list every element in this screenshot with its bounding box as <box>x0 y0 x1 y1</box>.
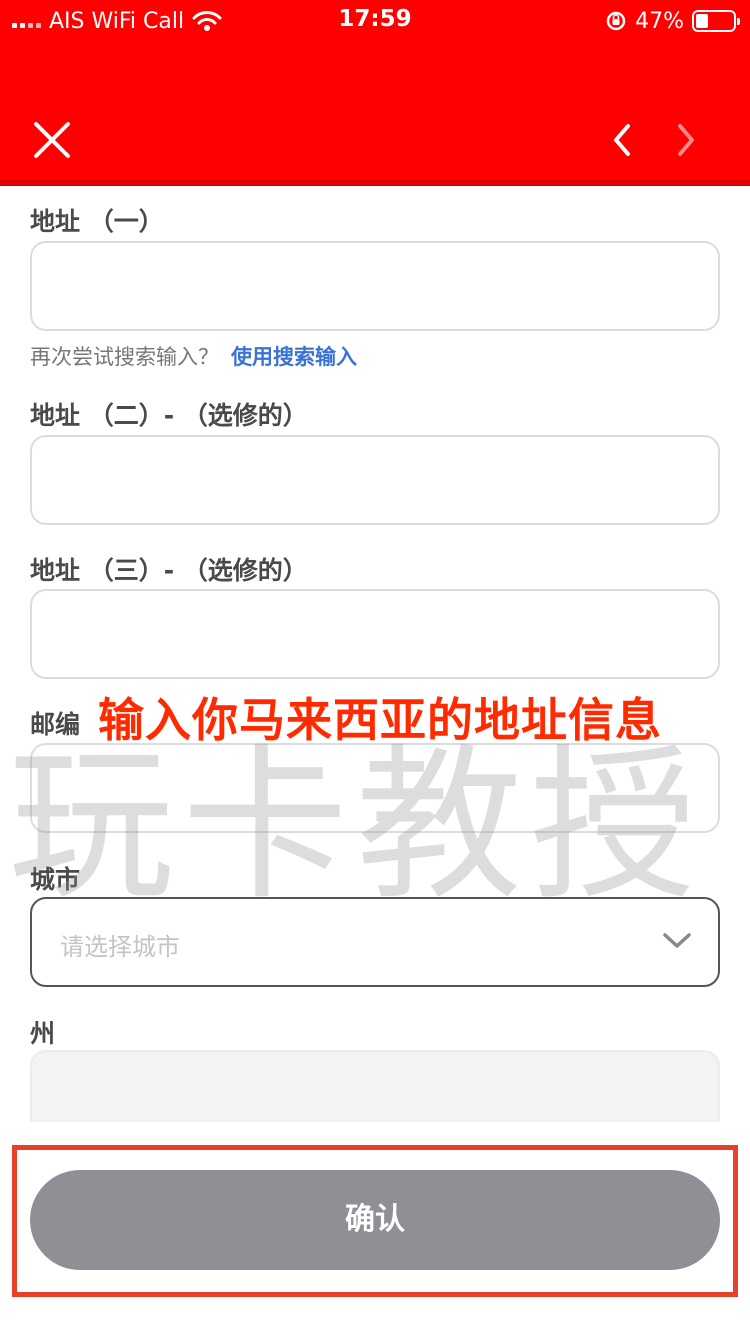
address2-field[interactable] <box>30 435 720 525</box>
address1-label: 地址 （一） <box>30 207 164 236</box>
postcode-field[interactable] <box>30 743 720 833</box>
state-label: 州 <box>30 1019 56 1048</box>
address1-field[interactable] <box>30 241 720 331</box>
close-icon[interactable] <box>30 118 74 162</box>
confirm-button[interactable]: 确认 <box>30 1170 720 1270</box>
chevron-left-icon[interactable] <box>608 122 638 158</box>
battery-percent: 47% <box>635 8 684 34</box>
retry-hint: 再次尝试搜索输入？ 使用搜索输入 <box>30 341 357 371</box>
city-label: 城市 <box>30 865 81 894</box>
status-bar: AIS WiFi Call 17:59 47% <box>0 0 750 42</box>
city-placeholder: 请选择城市 <box>60 933 180 961</box>
chevron-right-icon[interactable] <box>670 122 700 158</box>
postcode-label: 邮编 <box>30 710 81 739</box>
status-right: 47% <box>605 8 740 34</box>
chevron-down-icon <box>663 933 691 948</box>
address2-label: 地址 （二）- （选修的） <box>30 401 308 430</box>
orientation-lock-icon <box>606 11 626 31</box>
address1-input[interactable] <box>32 243 718 329</box>
address2-input[interactable] <box>32 437 718 523</box>
retry-hint-text: 再次尝试搜索输入？ <box>30 345 219 369</box>
battery-icon <box>692 10 740 32</box>
use-search-link[interactable]: 使用搜索输入 <box>231 345 357 369</box>
header-divider <box>0 180 750 186</box>
address3-input[interactable] <box>32 591 718 677</box>
address3-label: 地址 （三）- （选修的） <box>30 556 308 585</box>
city-select[interactable]: 请选择城市 <box>30 897 720 987</box>
address3-field[interactable] <box>30 589 720 679</box>
annotation-text: 输入你马来西亚的地址信息 <box>98 693 662 747</box>
postcode-input[interactable] <box>32 745 718 831</box>
